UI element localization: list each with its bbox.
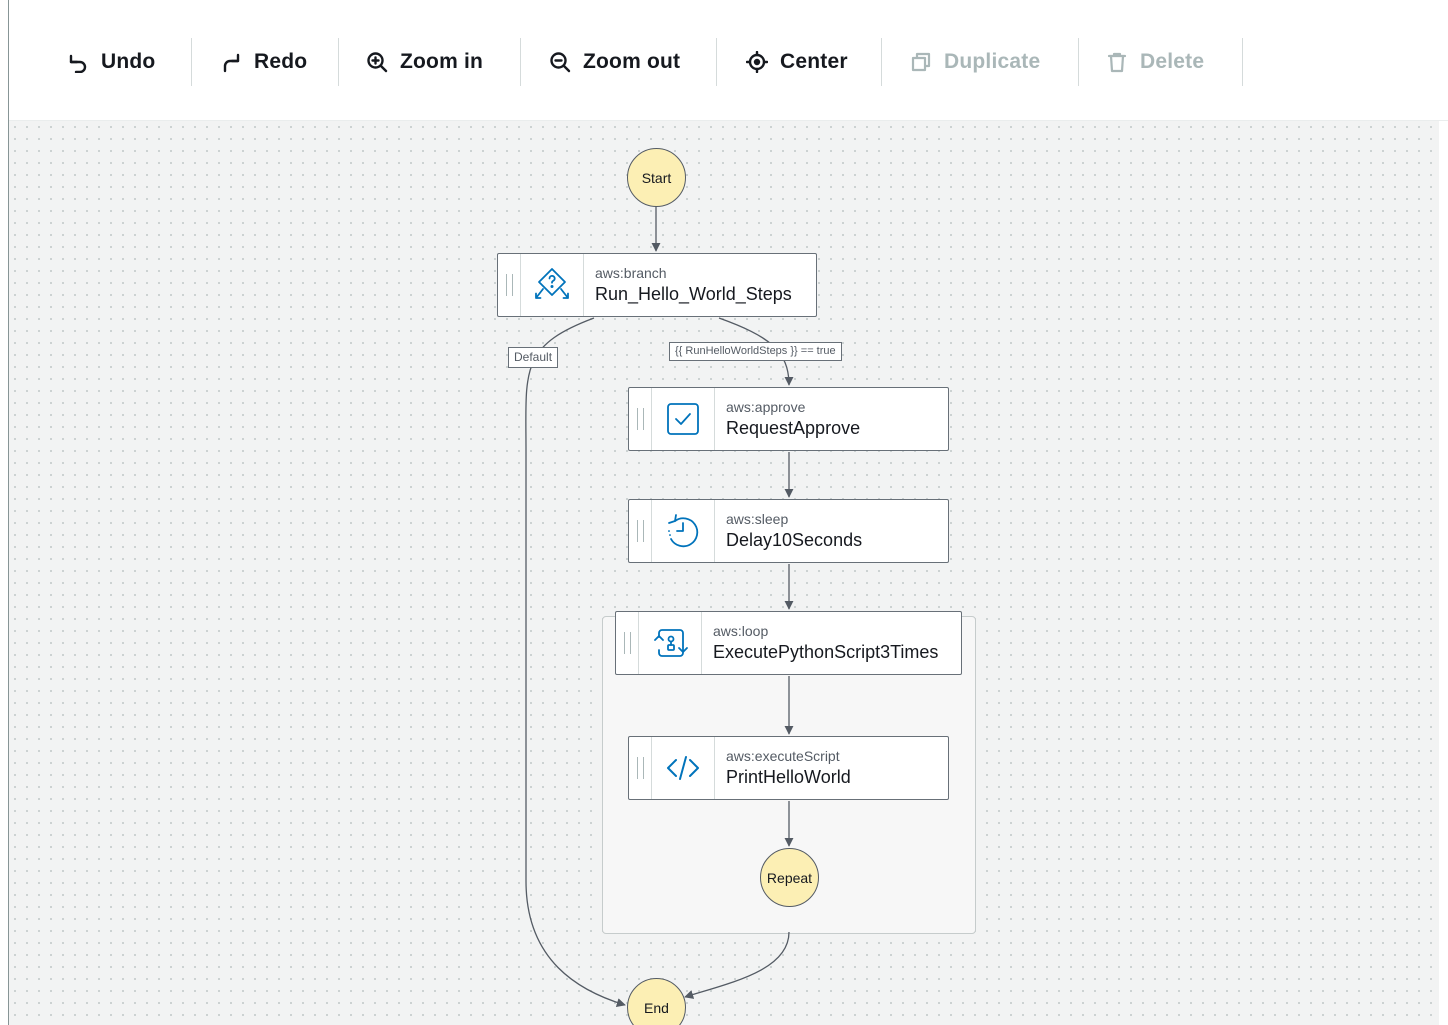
redo-label: Redo (254, 50, 308, 73)
toolbar-divider (1242, 38, 1243, 86)
undo-icon (67, 51, 89, 73)
center-label: Center (780, 50, 848, 73)
delete-label: Delete (1140, 50, 1205, 73)
delete-button[interactable]: Delete (1106, 38, 1204, 86)
start-node[interactable]: Start (627, 148, 686, 207)
default-edge-label[interactable]: Default (508, 347, 559, 368)
step-name: PrintHelloWorld (726, 766, 851, 787)
toolbar-divider (716, 38, 717, 86)
edge-default-to-end (525, 317, 626, 1007)
zoom-in-button[interactable]: Zoom in (366, 38, 483, 86)
step-name: RequestApprove (726, 417, 861, 438)
center-button[interactable]: Center (746, 38, 848, 86)
step-node-execute-script[interactable]: aws:executeScript PrintHelloWorld (628, 736, 949, 800)
code-icon (652, 737, 715, 799)
step-name: Run_Hello_World_Steps (595, 283, 792, 304)
sleep-timer-icon (652, 500, 715, 562)
zoom-in-icon (366, 51, 388, 73)
duplicate-button[interactable]: Duplicate (910, 38, 1040, 86)
branch-icon (521, 254, 584, 316)
drag-handle[interactable] (629, 737, 652, 799)
step-type: aws:loop (713, 622, 769, 639)
start-label: Start (641, 169, 672, 186)
step-node-sleep[interactable]: aws:sleep Delay10Seconds (628, 499, 949, 563)
drag-handle[interactable] (498, 254, 521, 316)
step-type: aws:approve (726, 398, 806, 415)
step-type: aws:executeScript (726, 747, 840, 764)
step-name: ExecutePythonScript3Times (713, 641, 939, 662)
toolbar-divider (338, 38, 339, 86)
step-node-branch[interactable]: aws:branch Run_Hello_World_Steps (497, 253, 817, 317)
toolbar-divider (520, 38, 521, 86)
redo-button[interactable]: Redo (220, 38, 307, 86)
approve-check-icon (652, 388, 715, 450)
step-type: aws:sleep (726, 510, 789, 527)
edge-loop-to-end (684, 931, 790, 999)
step-node-approve[interactable]: aws:approve RequestApprove (628, 387, 949, 451)
loop-icon (639, 612, 702, 674)
repeat-label: Repeat (766, 869, 813, 886)
duplicate-icon (910, 51, 932, 73)
redo-icon (220, 51, 242, 73)
drag-handle[interactable] (629, 500, 652, 562)
undo-label: Undo (101, 50, 156, 73)
center-target-icon (746, 51, 768, 73)
repeat-node[interactable]: Repeat (760, 848, 819, 907)
toolbar-divider (1078, 38, 1079, 86)
end-label: End (644, 999, 669, 1016)
zoom-out-icon (549, 51, 571, 73)
undo-button[interactable]: Undo (67, 38, 155, 86)
step-name: Delay10Seconds (726, 529, 863, 550)
step-node-loop[interactable]: aws:loop ExecutePythonScript3Times (615, 611, 962, 675)
duplicate-label: Duplicate (944, 50, 1041, 73)
toolbar-divider (881, 38, 882, 86)
designer-toolbar: Undo Redo Zoom in Zoom out Center Duplic… (9, 0, 1448, 121)
workflow-canvas[interactable]: Start aws:branch Run_Hello_World_Steps D… (9, 121, 1439, 1025)
condition-edge-label[interactable]: {{ RunHelloWorldSteps }} == true (669, 342, 842, 361)
step-type: aws:branch (595, 264, 667, 281)
zoom-out-button[interactable]: Zoom out (549, 38, 680, 86)
drag-handle[interactable] (629, 388, 652, 450)
zoom-out-label: Zoom out (583, 50, 681, 73)
zoom-in-label: Zoom in (400, 50, 484, 73)
trash-icon (1106, 51, 1128, 73)
drag-handle[interactable] (616, 612, 639, 674)
toolbar-divider (191, 38, 192, 86)
